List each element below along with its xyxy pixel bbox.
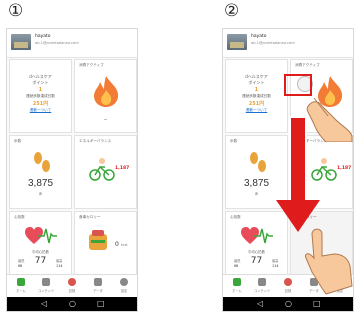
steps-card[interactable]: 歩数 3,875 歩 [225, 135, 288, 209]
footprints-icon [34, 152, 50, 172]
recents-icon[interactable]: □ [97, 298, 105, 310]
points-link[interactable]: 連動一ついて [226, 108, 287, 113]
data-icon [94, 278, 102, 286]
swipe-down-arrow [289, 116, 307, 204]
home-icon [17, 278, 25, 286]
gear-icon [120, 278, 128, 286]
nav-record[interactable]: 記録 [64, 278, 80, 294]
steps-title: 歩数 [14, 139, 22, 143]
system-nav-bar: ◁ ○ □ [7, 297, 137, 311]
energy-value: 1,187 [115, 166, 130, 171]
heart-hi: 114 [272, 264, 279, 268]
avatar [227, 34, 247, 50]
meal-value: 0 [115, 241, 119, 248]
drag-hand-icon [305, 228, 353, 295]
profile-email: ab.1@jcomtadanao.com [251, 41, 295, 45]
points-subtitle: 連続歩数達成日数 [26, 94, 55, 98]
record-icon [284, 278, 292, 286]
points-card[interactable]: dヘルスケア ポイント 1 連続歩数達成日数 251円 連動一ついて [225, 59, 288, 133]
heart-hi-label: 最高 [56, 259, 63, 263]
heart-icon [25, 227, 57, 244]
points-value: 1 [38, 87, 43, 93]
profile-header[interactable]: hayato ab.1@jcomtadanao.com [7, 29, 137, 58]
calorie-value: – [104, 116, 107, 123]
home-button-icon[interactable]: ○ [285, 298, 292, 310]
nav-home[interactable]: ホーム [13, 278, 29, 294]
points-title-2: ポイント [32, 80, 49, 85]
points-card[interactable]: dヘルスケア ポイント 1 連続歩数達成日数 251円 連動一ついて [9, 59, 72, 133]
footprints-icon [250, 152, 266, 172]
steps-title: 歩数 [230, 139, 238, 143]
heart-title: 心拍数 [230, 215, 241, 219]
steps-unit: 歩 [254, 192, 259, 196]
contents-icon [258, 278, 266, 286]
recents-icon[interactable]: □ [313, 298, 321, 310]
meal-title: 食事カロリー [79, 215, 101, 219]
steps-value: 3,875 [243, 178, 270, 189]
home-icon [233, 278, 241, 286]
calorie-title: 消費アクティブ [295, 63, 320, 67]
profile-header[interactable]: hayato ab.1@jcomtadanao.com [223, 29, 353, 58]
points-link[interactable]: 連動一ついて [10, 108, 71, 113]
contents-icon [42, 278, 50, 286]
energy-balance-card[interactable]: エネルギーバランス 1,187 [74, 135, 137, 209]
points-total: 251円 [248, 101, 265, 107]
meal-unit: kcal [121, 243, 128, 247]
steps-unit: 歩 [38, 192, 43, 196]
tap-hand-icon [306, 97, 353, 142]
calorie-card[interactable]: 消費アクティブ – [74, 59, 137, 133]
avatar [11, 34, 31, 50]
back-icon[interactable]: ◁ [41, 298, 47, 310]
calorie-title: 消費アクティブ [79, 63, 104, 67]
profile-name: hayato [251, 34, 267, 39]
nav-settings[interactable]: 設定 [116, 278, 132, 294]
nav-data[interactable]: データ [90, 278, 106, 294]
bicycle-icon [311, 158, 337, 181]
home-button-icon[interactable]: ○ [69, 298, 76, 310]
step-number-1: ① [8, 1, 24, 21]
steps-value: 3,875 [27, 178, 54, 189]
profile-name: hayato [35, 34, 51, 39]
flame-icon [94, 76, 119, 107]
energy-value: 1,187 [337, 166, 352, 171]
phone-screen-1: hayato ab.1@jcomtadanao.com dヘルスケア ポイント … [6, 28, 138, 312]
heart-subtitle: 平均心拍数 [248, 250, 265, 254]
bicycle-icon [89, 158, 115, 181]
step-number-2: ② [224, 1, 240, 21]
system-nav-bar: ◁ ○ □ [223, 297, 353, 311]
record-icon [68, 278, 76, 286]
points-title-2: ポイント [248, 80, 265, 85]
steps-card[interactable]: 歩数 3,875 歩 [9, 135, 72, 209]
nav-record[interactable]: 記録 [280, 278, 296, 294]
heart-hi: 114 [56, 264, 63, 268]
bottom-nav: ホーム コンテンツ 記録 データ 設定 [7, 274, 137, 297]
nav-contents[interactable]: コンテンツ [38, 278, 54, 294]
back-icon[interactable]: ◁ [257, 298, 263, 310]
points-value: 1 [254, 87, 259, 93]
heart-subtitle: 平均心拍数 [32, 250, 49, 254]
dashboard-grid: dヘルスケア ポイント 1 連続歩数達成日数 251円 連動一ついて 消費アクテ… [7, 57, 137, 291]
energy-title: エネルギーバランス [79, 139, 112, 143]
points-subtitle: 連続歩数達成日数 [242, 94, 271, 98]
points-total: 251円 [32, 101, 49, 107]
heart-title: 心拍数 [14, 215, 25, 219]
meal-icon [89, 230, 107, 250]
nav-home[interactable]: ホーム [229, 278, 245, 294]
nav-contents[interactable]: コンテンツ [254, 278, 270, 294]
profile-email: ab.1@jcomtadanao.com [35, 41, 79, 45]
heart-icon [241, 227, 273, 244]
heart-hi-label: 最高 [272, 259, 279, 263]
